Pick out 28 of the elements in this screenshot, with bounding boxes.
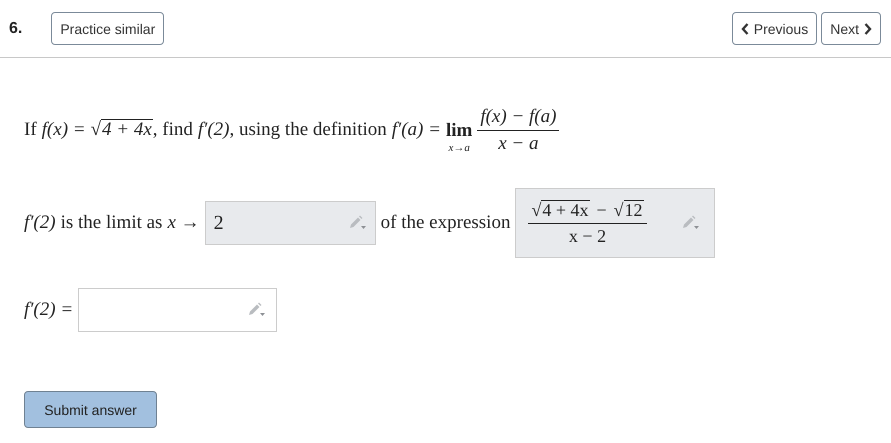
question-number: 6. <box>9 20 22 38</box>
derivative-formula: f′(2) <box>24 212 56 234</box>
next-button[interactable]: Next <box>821 12 881 45</box>
radical-expression: √4 + 4x <box>90 119 153 141</box>
derivative-formula: f′(2) <box>198 119 230 141</box>
limit-text: is the limit as <box>60 212 162 234</box>
chevron-right-icon <box>864 22 872 34</box>
fraction-numerator: f(x) − f(a) <box>477 106 560 130</box>
fraction-denominator: x − a <box>498 132 539 154</box>
submit-answer-button[interactable]: Submit answer <box>24 391 157 428</box>
pencil-icon[interactable] <box>246 302 266 318</box>
limit-input-field[interactable]: 2 <box>204 201 376 245</box>
function-formula: f(x) = <box>42 119 86 141</box>
previous-button[interactable]: Previous <box>732 12 818 45</box>
definition-formula: f′(a) = <box>392 119 441 141</box>
statement-text: , using the definition <box>230 119 387 141</box>
limit-operator: lim <box>446 120 472 140</box>
pencil-icon[interactable] <box>680 215 700 231</box>
limit-subscript: x→a <box>448 142 470 154</box>
answer-input-field[interactable] <box>78 288 278 332</box>
statement-text: If <box>24 119 37 141</box>
practice-similar-button[interactable]: Practice similar <box>51 12 164 45</box>
statement-text: , find <box>152 119 193 141</box>
answer-label: f′(2) = <box>24 299 74 321</box>
expression-text: of the expression <box>380 212 510 234</box>
chevron-left-icon <box>740 22 749 34</box>
expression-input-field[interactable]: √4 + 4x − √12 x − 2 <box>515 188 716 258</box>
arrow-formula: x → <box>167 212 200 234</box>
